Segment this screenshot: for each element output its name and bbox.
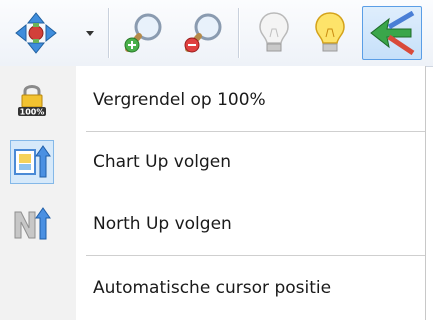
- menu-item-auto-cursor[interactable]: Automatische cursor positie: [0, 258, 425, 318]
- menu-item-icon-box-checked: [10, 140, 54, 184]
- dropdown-menu: 100% Vergrendel op 100% Chart Up volgen …: [0, 66, 426, 320]
- chart-up-icon: [14, 145, 51, 178]
- zoom-out-button[interactable]: [176, 6, 232, 60]
- menu-item-label: Chart Up volgen: [93, 152, 231, 172]
- zoom-in-icon: [124, 13, 162, 53]
- pan-icon: [15, 12, 57, 54]
- pan-button[interactable]: [6, 6, 66, 60]
- light-off-button[interactable]: [248, 6, 300, 60]
- menu-item-lock-100[interactable]: 100% Vergrendel op 100%: [0, 70, 425, 130]
- menu-separator: [86, 255, 425, 256]
- menu-item-icon-box: 100%: [10, 78, 54, 122]
- zoom-out-icon: [184, 13, 222, 53]
- pan-dropdown-button[interactable]: [80, 6, 100, 60]
- light-on-button[interactable]: [304, 6, 356, 60]
- menu-item-icon-box: [10, 202, 54, 246]
- toolbar: [0, 0, 433, 67]
- lightbulb-off-icon: [259, 12, 289, 52]
- menu-item-label: North Up volgen: [93, 214, 232, 234]
- north-up-icon: [14, 207, 51, 240]
- route-button[interactable]: [362, 6, 422, 60]
- menu-item-label: Vergrendel op 100%: [93, 90, 266, 110]
- route-arrows-icon: [370, 11, 415, 55]
- menu-item-north-up[interactable]: North Up volgen: [0, 194, 425, 254]
- menu-item-label: Automatische cursor positie: [93, 278, 332, 298]
- lightbulb-on-icon: [315, 12, 345, 52]
- zoom-in-button[interactable]: [116, 6, 172, 60]
- padlock-100-icon: 100%: [18, 85, 46, 117]
- toolbar-separator: [238, 8, 240, 58]
- menu-item-chart-up[interactable]: Chart Up volgen: [0, 132, 425, 192]
- chevron-down-icon: [86, 31, 94, 36]
- padlock-100-text: 100%: [20, 108, 45, 117]
- toolbar-separator: [108, 8, 110, 58]
